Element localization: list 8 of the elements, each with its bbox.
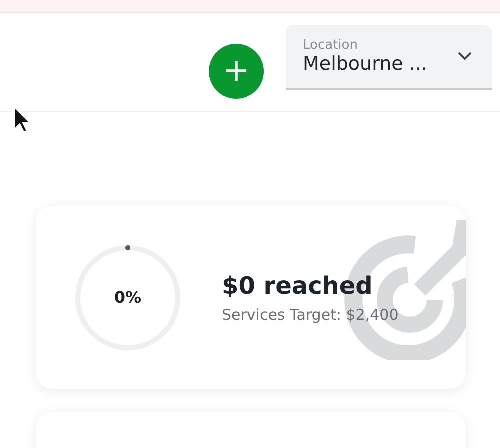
progress-percent: 0% <box>114 288 142 307</box>
location-value: Melbourne ... <box>303 53 428 75</box>
target-text: Services Target: $2,400 <box>222 306 399 324</box>
chevron-down-icon <box>458 52 472 61</box>
location-dropdown[interactable]: Location Melbourne ... <box>286 25 492 90</box>
add-button[interactable]: + <box>209 44 264 99</box>
amount-reached: $0 reached <box>222 272 374 300</box>
location-label: Location <box>303 38 359 53</box>
